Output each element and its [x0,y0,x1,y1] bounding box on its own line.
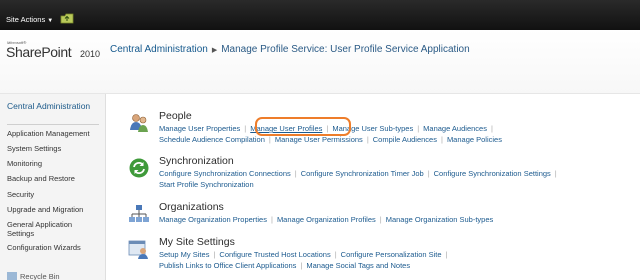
link-start-profile-sync[interactable]: Start Profile Synchronization [159,180,254,189]
sidebar-item-recycle-bin[interactable]: Recycle Bin [20,272,60,280]
site-actions-menu[interactable]: Site Actions ▼ [6,15,53,24]
link-configure-sync-timer-job[interactable]: Configure Synchronization Timer Job [301,169,424,178]
link-configure-personalization-site[interactable]: Configure Personalization Site [341,250,442,259]
sidebar-item-application-management[interactable]: Application Management [7,129,105,138]
sync-icon [129,158,149,178]
link-compile-audiences[interactable]: Compile Audiences [373,135,437,144]
sidebar-item-security[interactable]: Security [7,190,105,199]
my-site-icon [128,240,148,259]
section-title-organizations: Organizations [159,201,224,213]
section-title-synchronization: Synchronization [159,155,234,167]
link-manage-audiences[interactable]: Manage Audiences [423,124,487,133]
link-manage-user-properties[interactable]: Manage User Properties [159,124,240,133]
section-title-people: People [159,110,192,122]
sidebar-item-monitoring[interactable]: Monitoring [7,159,105,168]
left-navigation: Central Administration Application Manag… [0,94,106,280]
breadcrumb-root[interactable]: Central Administration [110,44,208,55]
people-icon [130,114,148,132]
sidebar-item-upgrade-migration[interactable]: Upgrade and Migration [7,205,105,214]
people-links-row2: Schedule Audience Compilation | Manage Use… [159,135,502,144]
sidebar-item-backup-restore[interactable]: Backup and Restore [7,174,105,183]
sidebar-item-system-settings[interactable]: System Settings [7,144,105,153]
org-chart-icon [129,205,149,222]
sync-links-row1: Configure Synchronization Connections | Co… [159,169,557,178]
recycle-bin-icon[interactable] [7,272,17,280]
logo-product: SharePoint [6,44,72,60]
link-configure-sync-connections[interactable]: Configure Synchronization Connections [159,169,291,178]
sidebar-item-general-settings[interactable]: General Application Settings [7,220,91,238]
sharepoint-logo: Microsoft® SharePoint 2010 [6,40,110,62]
sidebar-item-configuration-wizards[interactable]: Configuration Wizards [7,243,105,252]
link-publish-office-links[interactable]: Publish Links to Office Client Applicati… [159,261,296,270]
title-band: Microsoft® SharePoint 2010 Central Admin… [0,30,640,94]
link-manage-user-permissions[interactable]: Manage User Permissions [275,135,363,144]
navigate-up-icon[interactable] [60,12,74,24]
highlight-ring [255,117,351,136]
site-actions-label: Site Actions [6,15,46,24]
link-manage-org-profiles[interactable]: Manage Organization Profiles [277,215,376,224]
link-configure-sync-settings[interactable]: Configure Synchronization Settings [434,169,551,178]
chevron-down-icon: ▼ [47,18,54,24]
leftnav-divider [7,124,99,125]
link-schedule-audience-compilation[interactable]: Schedule Audience Compilation [159,135,265,144]
mysite-links-row2: Publish Links to Office Client Applicati… [159,261,411,270]
link-manage-org-properties[interactable]: Manage Organization Properties [159,215,267,224]
breadcrumb: Central Administration ▶ Manage Profile Se… [110,44,470,55]
link-configure-trusted-hosts[interactable]: Configure Trusted Host Locations [219,250,330,259]
ribbon: Site Actions ▼ [0,0,640,30]
page-title: Manage Profile Service: User Profile Ser… [221,44,470,55]
sync-links-row2: Start Profile Synchronization [159,180,254,189]
leftnav-header[interactable]: Central Administration [7,101,99,111]
orgs-links-row1: Manage Organization Properties | Manage Or… [159,215,494,224]
link-manage-social-tags[interactable]: Manage Social Tags and Notes [306,261,410,270]
link-setup-my-sites[interactable]: Setup My Sites [159,250,209,259]
mysite-links-row1: Setup My Sites | Configure Trusted Host Lo… [159,250,448,259]
logo-version: 2010 [80,49,101,59]
breadcrumb-separator-icon: ▶ [211,47,218,54]
link-manage-org-subtypes[interactable]: Manage Organization Sub-types [386,215,494,224]
link-manage-policies[interactable]: Manage Policies [447,135,502,144]
section-title-my-site-settings: My Site Settings [159,236,235,248]
